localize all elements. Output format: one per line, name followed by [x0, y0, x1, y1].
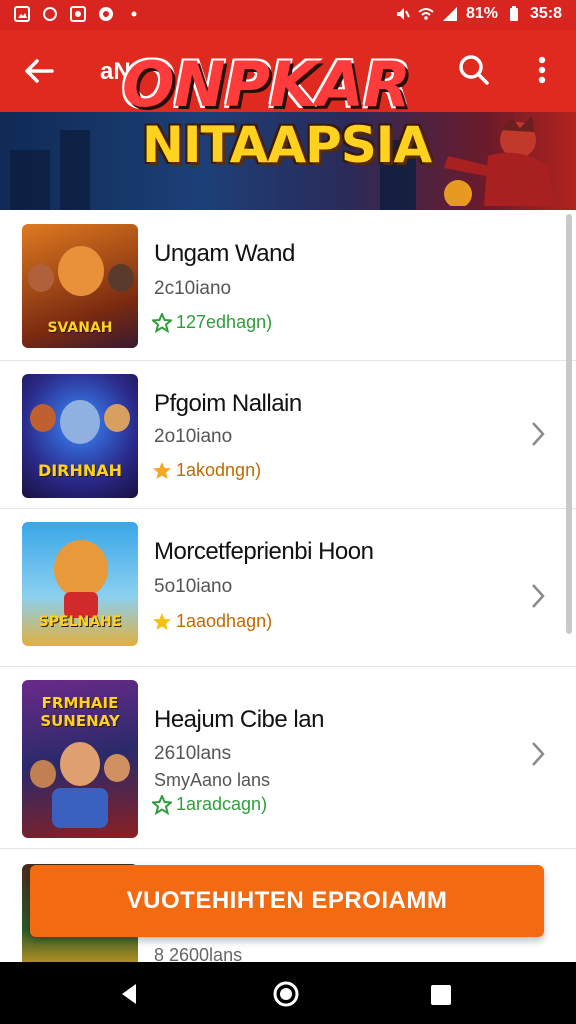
game-logo: ONPKAR NITAAPSIA	[122, 48, 432, 208]
character-face	[108, 264, 134, 292]
system-nav-bar	[0, 962, 576, 1024]
game-title: Pfgoim Nallain	[154, 390, 302, 417]
game-subtitle: 2c10iano	[154, 278, 232, 299]
circle-icon	[43, 7, 57, 21]
character-face	[60, 742, 100, 786]
list-item[interactable]: SVANAH Ungam Wand 2c10iano 127edhagn)	[0, 210, 576, 361]
dot-icon	[131, 11, 137, 17]
character-face	[58, 246, 104, 296]
image-icon	[70, 6, 86, 22]
city-silhouette	[60, 130, 90, 210]
star-icon	[152, 794, 172, 815]
game-subtitle: 5o10iano	[154, 576, 233, 597]
wifi-icon	[418, 8, 434, 20]
hero-character-image	[444, 116, 554, 206]
game-thumbnail: SPELNAHE	[22, 522, 138, 646]
rating-text: 127edhagn)	[176, 312, 273, 332]
record-icon	[99, 7, 113, 21]
game-rating: 1aradcagn)	[152, 794, 267, 815]
more-vertical-icon[interactable]	[528, 52, 556, 88]
gallery-icon	[14, 6, 30, 22]
rating-text: 1aradcagn)	[176, 794, 268, 814]
mute-icon	[396, 8, 410, 20]
search-icon[interactable]	[456, 52, 492, 88]
game-subtitle: 2610lans	[154, 743, 232, 764]
thumbnail-caption: SPELNAHE	[38, 614, 122, 630]
clock-text: 35:8	[529, 5, 562, 22]
character-face	[54, 540, 108, 598]
list-item[interactable]: FRMHAIE SUNENAY Heajum Cibe lan 2610lans…	[0, 666, 576, 849]
primary-action-button[interactable]: VUOTEHIHTEN EPROIAMM	[30, 865, 544, 937]
nav-recents-icon[interactable]	[430, 984, 452, 1006]
city-silhouette	[10, 150, 50, 210]
status-system: 81% 35:8	[394, 5, 562, 23]
arrow-left-icon[interactable]	[20, 52, 58, 90]
list-item[interactable]: SPELNAHE Morcetfeprienbi Hoon 5o10iano 1…	[0, 508, 576, 667]
game-thumbnail: FRMHAIE SUNENAY	[22, 680, 138, 838]
game-thumbnail: DIRHNAH	[22, 374, 138, 498]
nav-home-icon[interactable]	[272, 980, 300, 1008]
battery-icon	[509, 6, 518, 21]
game-title: Heajum Cibe lan	[154, 706, 324, 733]
game-subtitle-secondary: SmyAano lans	[154, 770, 271, 790]
thumbnail-caption: SVANAH	[47, 320, 113, 336]
game-rating: 1aaodhagn)	[152, 611, 272, 632]
character-face	[104, 754, 130, 782]
game-title: Ungam Wand	[154, 240, 295, 267]
star-icon	[153, 612, 171, 630]
character-face	[30, 760, 56, 788]
character-face	[28, 264, 54, 292]
character-body	[52, 788, 108, 828]
chevron-right-icon	[532, 422, 545, 446]
list-item[interactable]: DIRHNAH Pfgoim Nallain 2o10iano 1akodngn…	[0, 360, 576, 509]
character-face	[104, 404, 130, 432]
thumbnail-caption: DIRHNAH	[37, 461, 123, 480]
rating-text: 1aaodhagn)	[176, 611, 273, 631]
status-notifications	[14, 6, 142, 22]
signal-icon	[442, 7, 457, 21]
game-subtitle: 2o10iano	[154, 426, 233, 447]
logo-line-1: ONPKAR	[122, 48, 411, 121]
nav-back-icon[interactable]	[118, 982, 142, 1006]
battery-text: 81%	[465, 5, 498, 22]
character-face	[60, 400, 100, 444]
logo-line-2: NITAAPSIA	[142, 116, 432, 174]
scrollbar[interactable]	[566, 214, 572, 634]
rating-text: 1akodngn)	[176, 460, 262, 480]
character-face	[30, 404, 56, 432]
game-rating: 1akodngn)	[152, 460, 261, 481]
chevron-right-icon	[532, 584, 545, 608]
star-icon	[153, 461, 171, 479]
star-icon	[152, 312, 172, 333]
thumbnail-caption: FRMHAIE SUNENAY	[40, 694, 120, 730]
chevron-right-icon	[532, 742, 545, 766]
game-thumbnail: SVANAH	[22, 224, 138, 348]
game-title: Morcetfeprienbi Hoon	[154, 538, 374, 565]
game-rating: 127edhagn)	[152, 312, 272, 333]
status-bar: 81% 35:8	[0, 0, 576, 30]
